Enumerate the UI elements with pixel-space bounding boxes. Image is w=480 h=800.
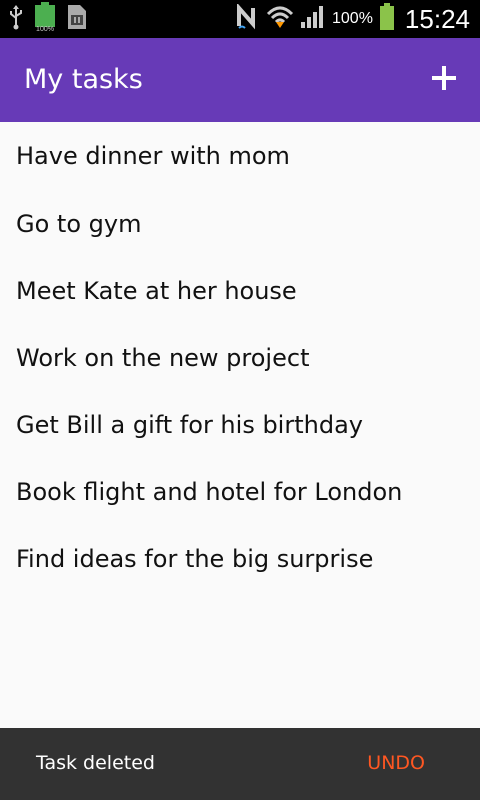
status-left-icons: 100% bbox=[8, 2, 88, 36]
snackbar-message: Task deleted bbox=[36, 752, 155, 774]
task-item[interactable]: Work on the new project bbox=[0, 324, 480, 391]
task-item[interactable]: Meet Kate at her house bbox=[0, 257, 480, 324]
status-right-icons: 100% 15:24 bbox=[236, 0, 470, 38]
battery-percentage: 100% bbox=[332, 10, 373, 27]
app-bar: My tasks bbox=[0, 38, 480, 122]
wifi-icon bbox=[266, 4, 294, 34]
svg-text:100%: 100% bbox=[36, 26, 54, 32]
task-item[interactable]: Go to gym bbox=[0, 190, 480, 257]
clock: 15:24 bbox=[404, 3, 470, 34]
task-item[interactable]: Book flight and hotel for London bbox=[0, 458, 480, 525]
task-item[interactable]: Get Bill a gift for his birthday bbox=[0, 391, 480, 458]
battery-charging-icon bbox=[379, 3, 395, 35]
task-item[interactable]: Find ideas for the big surprise bbox=[0, 525, 480, 592]
add-task-button[interactable] bbox=[424, 60, 464, 100]
nfc-icon bbox=[236, 2, 260, 34]
battery-full-icon: 100% bbox=[32, 2, 58, 36]
sim-card-icon bbox=[66, 3, 88, 35]
snackbar: Task deleted UNDO bbox=[0, 728, 480, 800]
task-list: Have dinner with mom Go to gym Meet Kate… bbox=[0, 122, 480, 592]
task-item[interactable]: Have dinner with mom bbox=[0, 122, 480, 190]
usb-icon bbox=[8, 4, 24, 34]
status-bar: 100% 100% 15:24 bbox=[0, 0, 480, 38]
plus-icon bbox=[431, 65, 457, 95]
signal-icon bbox=[300, 4, 326, 34]
undo-button[interactable]: UNDO bbox=[367, 752, 425, 774]
page-title: My tasks bbox=[24, 64, 143, 95]
